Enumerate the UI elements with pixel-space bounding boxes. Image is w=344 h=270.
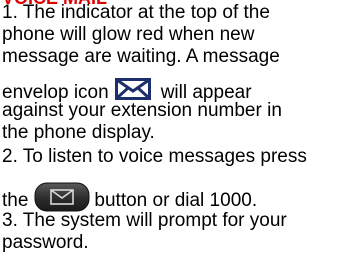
step-1-line-6: the phone display. <box>2 122 155 143</box>
step-1-line-5: against your extension number in <box>2 100 282 121</box>
step-3-line-2: password. <box>2 232 89 253</box>
message-button-text-before: the <box>2 190 29 211</box>
step-3-line-1: 3. The system will prompt for your <box>2 210 287 231</box>
step-1-line-1: 1. The indicator at the top of the <box>2 2 270 23</box>
step-2-line-2: the button or dial 1000. <box>2 176 257 212</box>
message-button-icon <box>34 182 90 212</box>
message-button-text-after: button or dial 1000. <box>94 190 258 211</box>
step-2-line-1: 2. To listen to voice messages press <box>2 146 307 167</box>
step-1-line-3: message are waiting. A message <box>2 46 280 67</box>
envelope-icon <box>114 78 151 100</box>
step-1-line-2: phone will glow red when new <box>2 24 255 45</box>
